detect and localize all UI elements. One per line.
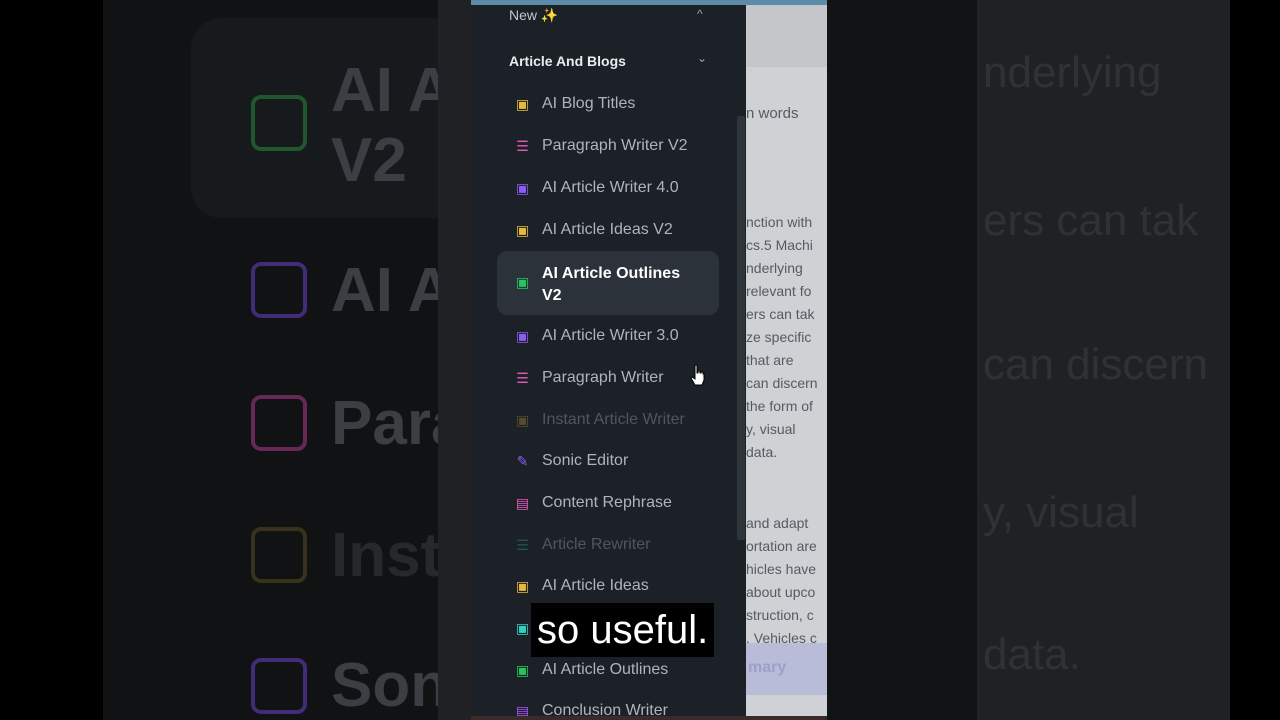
- word-count-label: n words: [746, 105, 799, 122]
- bg-ai-badge-icon: [251, 262, 307, 318]
- group-label: Article And Blogs: [509, 53, 626, 69]
- content-text-line: can discern: [746, 375, 818, 391]
- paragraph-icon: ☰: [516, 138, 529, 154]
- chevron-up-icon: ^: [697, 7, 703, 21]
- content-header: [746, 5, 827, 67]
- sidebar-item-label: Paragraph Writer V2: [542, 137, 688, 154]
- sidebar-item-ai-article-writer-3[interactable]: ▣ AI Article Writer 3.0: [497, 327, 719, 371]
- content-text-line: the form of: [746, 398, 813, 414]
- sidebar-item-label: AI Article Writer 4.0: [542, 179, 679, 196]
- sidebar-item-label: AI Article Outlines: [542, 661, 669, 678]
- content-text-line: ze specific: [746, 329, 812, 345]
- content-text-line: about upco: [746, 584, 816, 600]
- group-new[interactable]: New ✨ ^: [509, 7, 709, 27]
- sidebar-item-paragraph-writer[interactable]: ☰ Paragraph Writer: [497, 369, 719, 413]
- content-text-line: nderlying: [746, 260, 803, 276]
- ai-badge-icon: ▣: [515, 222, 530, 238]
- content-text-line: cs.5 Machi: [746, 237, 813, 253]
- ai-badge-icon: ▣: [515, 578, 530, 594]
- sidebar-item-label: AI Article Ideas V2: [542, 221, 673, 238]
- sidebar-item-label: AI Blog Titles: [542, 95, 636, 112]
- content-text-line: hicles have: [746, 561, 817, 577]
- sidebar-item-ai-blog-titles[interactable]: ▣ AI Blog Titles: [497, 95, 719, 139]
- sidebar-item-ai-article-writer-4[interactable]: ▣ AI Article Writer 4.0: [497, 179, 719, 223]
- sidebar-item-label: Sonic Editor: [542, 452, 629, 469]
- content-panel: n words nction with cs.5 Machi nderlying…: [746, 5, 827, 716]
- bg-robot-icon: [251, 95, 307, 151]
- instant-icon: ▣: [515, 412, 530, 428]
- sidebar-item-paragraph-writer-v2[interactable]: ☰ Paragraph Writer V2: [497, 137, 719, 181]
- summary-button[interactable]: mary: [746, 643, 827, 695]
- content-text-line: y, visual: [746, 421, 796, 437]
- bottom-bar: [471, 716, 827, 720]
- content-text-line: relevant fo: [746, 283, 812, 299]
- chevron-down-icon: ⌄: [697, 51, 708, 65]
- sidebar-item-label: AI Article Outlines V2: [542, 265, 681, 304]
- robot-icon: ▣: [515, 274, 530, 290]
- content-text-line: ers can tak: [746, 306, 815, 322]
- screen-left-gutter: [438, 0, 471, 720]
- sidebar-item-label: Paragraph Writer: [542, 369, 664, 386]
- content-text-line: that are: [746, 352, 794, 368]
- sidebar-item-instant-article-writer[interactable]: ▣ Instant Article Writer: [497, 411, 719, 455]
- sidebar-scrollbar[interactable]: [737, 116, 745, 540]
- hand-cursor-icon: [690, 364, 705, 386]
- robot-icon: ▣: [515, 620, 530, 636]
- bg-right-text: ers can tak: [983, 196, 1199, 245]
- sidebar-item-ai-article-outlines[interactable]: ▣ AI Article Outlines: [497, 661, 719, 705]
- bg-right-text: nderlying: [983, 48, 1162, 97]
- ai-badge-icon: ▣: [515, 96, 530, 112]
- sidebar-item-label: Article Rewriter: [542, 536, 651, 553]
- bg-label: V2: [331, 126, 407, 195]
- sidebar-item-ai-article-outlines-v2[interactable]: ▣ AI Article Outlines V2: [497, 251, 719, 315]
- bg-paragraph-icon: [251, 395, 307, 451]
- bg-right-text: can discern: [983, 340, 1209, 389]
- bg-edit-icon: [251, 658, 307, 714]
- edit-icon: ✎: [516, 453, 529, 469]
- bg-right-text: y, visual: [983, 488, 1139, 537]
- content-text-line: data.: [746, 444, 778, 460]
- rewrite-icon: ☰: [516, 537, 529, 553]
- rephrase-icon: ▤: [515, 495, 530, 511]
- paragraph-icon: ☰: [516, 370, 529, 386]
- sidebar-item-label: Instant Article Writer: [542, 411, 685, 428]
- bg-right-text: data.: [983, 630, 1081, 679]
- sidebar-item-label: AI Article Writer 3.0: [542, 327, 679, 344]
- group-article-and-blogs[interactable]: Article And Blogs ⌄: [509, 51, 709, 73]
- sidebar-item-sonic-editor[interactable]: ✎ Sonic Editor: [497, 452, 719, 496]
- ai-badge-icon: ▣: [515, 180, 530, 196]
- content-text-line: and adapt: [746, 515, 809, 531]
- bg-instant-icon: [251, 527, 307, 583]
- group-label: New ✨: [509, 7, 559, 23]
- sidebar-item-label: Content Rephrase: [542, 494, 672, 511]
- sidebar-item-article-rewriter[interactable]: ☰ Article Rewriter: [497, 536, 719, 580]
- video-caption: so useful.: [531, 603, 715, 657]
- content-text-line: ortation are: [746, 538, 817, 554]
- ai-badge-icon: ▣: [515, 328, 530, 344]
- content-text-line: nction with: [746, 214, 813, 230]
- sidebar-item-content-rephrase[interactable]: ▤ Content Rephrase: [497, 494, 719, 538]
- sidebar-item-label: AI Article Ideas: [542, 577, 649, 594]
- robot-icon: ▣: [515, 662, 530, 678]
- content-text-line: struction, c: [746, 607, 814, 623]
